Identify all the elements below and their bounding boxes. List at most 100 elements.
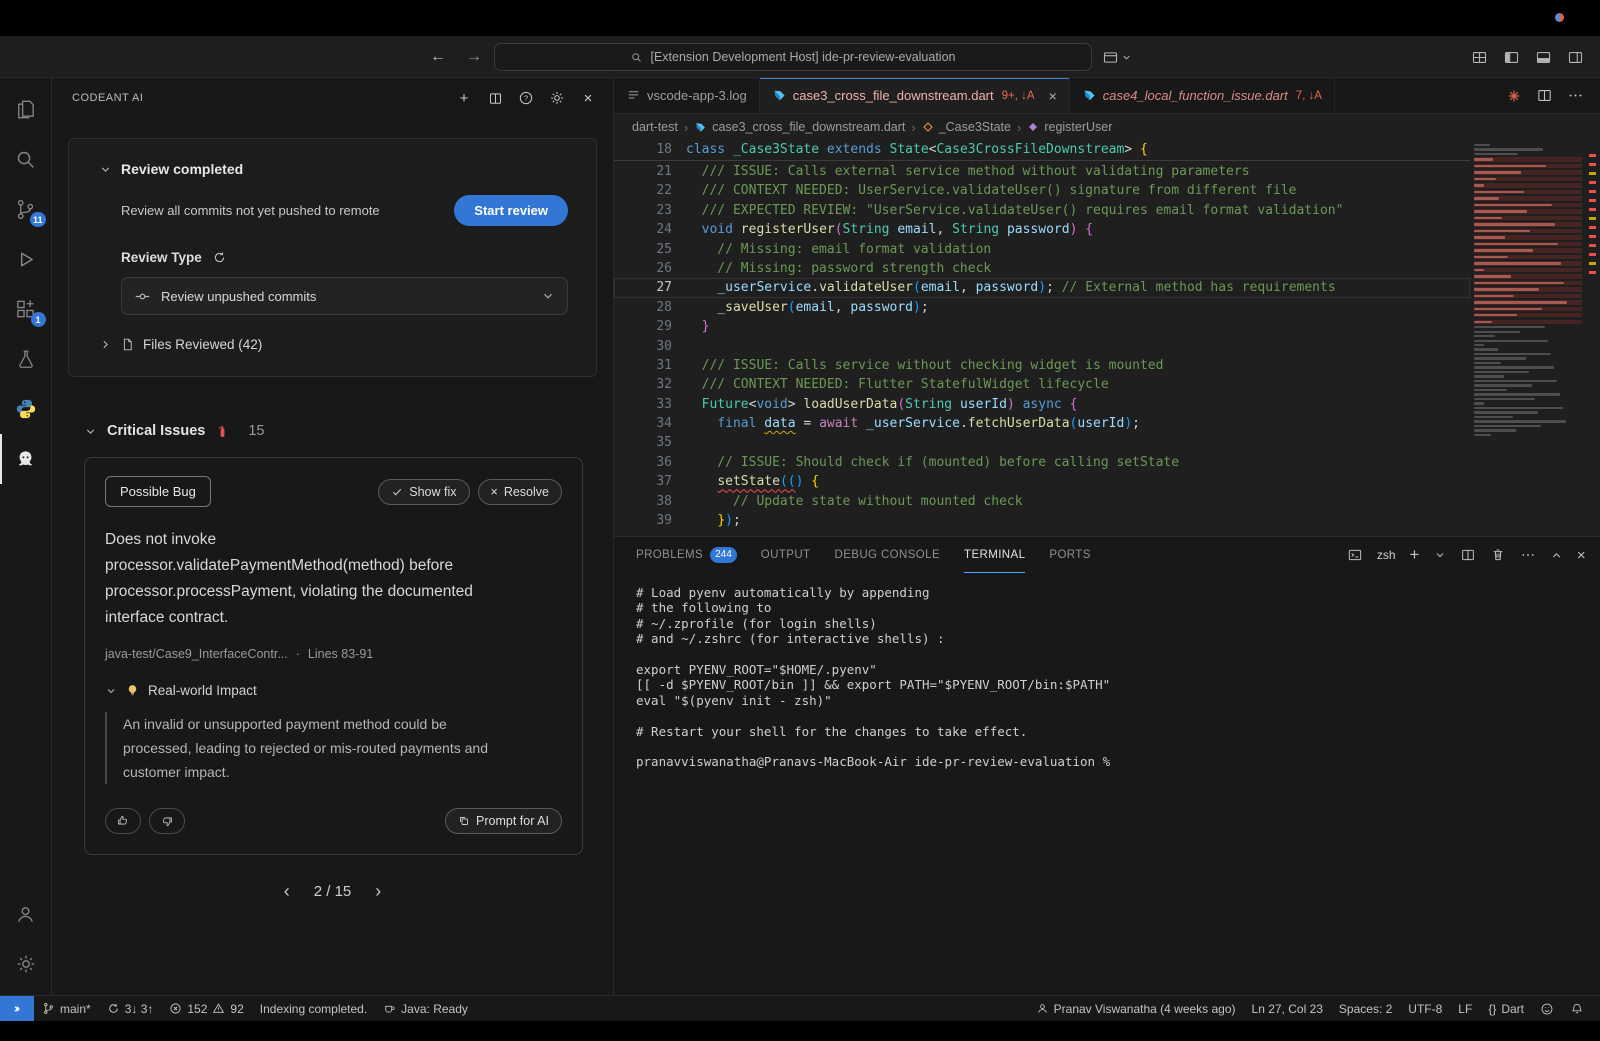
chevron-down-icon[interactable] (99, 163, 112, 176)
toggle-primary-sidebar-icon[interactable] (1503, 49, 1520, 66)
activity-extensions[interactable]: 1 (0, 284, 52, 334)
board-icon[interactable] (486, 89, 504, 107)
chevron-down-icon[interactable] (1121, 52, 1132, 63)
code-line[interactable]: 27 _userService.validateUser(email, pass… (614, 278, 1470, 297)
layout-dropdown-icon[interactable] (1102, 49, 1119, 66)
code-editor[interactable]: 18class _Case3State extends State<Case3C… (614, 140, 1600, 536)
code-line[interactable]: 39 }); (614, 511, 1470, 530)
activity-python[interactable] (0, 384, 52, 434)
code-line[interactable]: 23 /// EXPECTED REVIEW: "UserService.val… (614, 201, 1470, 220)
thumbs-up-button[interactable] (105, 808, 141, 834)
activity-account[interactable] (0, 889, 52, 939)
kill-terminal-trash-icon[interactable] (1490, 547, 1506, 563)
forward-icon[interactable]: → (466, 48, 482, 66)
activity-search[interactable] (0, 134, 52, 184)
java-status[interactable]: Java: Ready (375, 996, 476, 1021)
toggle-panel-icon[interactable] (1535, 49, 1552, 66)
prompt-for-ai-button[interactable]: Prompt for AI (445, 808, 562, 834)
activity-settings-gear-icon[interactable] (0, 939, 52, 989)
cursor-position[interactable]: Ln 27, Col 23 (1244, 996, 1331, 1021)
code-line[interactable]: 29 } (614, 317, 1470, 336)
notifications-bell-icon[interactable] (1562, 996, 1592, 1021)
code-line[interactable]: 30 (614, 337, 1470, 356)
add-icon[interactable]: + (455, 89, 473, 107)
files-reviewed-row[interactable]: Files Reviewed (42) (99, 337, 568, 352)
code-line[interactable]: 34 final data = await _userService.fetch… (614, 414, 1470, 433)
breadcrumb-folder[interactable]: dart-test (632, 120, 678, 134)
code-line[interactable]: 38 // Update state without mounted check (614, 492, 1470, 511)
eol-status[interactable]: LF (1450, 996, 1480, 1021)
terminal-output[interactable]: # Load pyenv automatically by appending … (636, 585, 1600, 770)
minimap[interactable] (1474, 144, 1582, 536)
sticky-scroll-line[interactable]: 18class _Case3State extends State<Case3C… (614, 140, 1470, 161)
code-line[interactable]: 32 /// CONTEXT NEEDED: Flutter StatefulW… (614, 375, 1470, 394)
split-editor-icon[interactable] (1536, 87, 1553, 104)
tab-debug-console[interactable]: DEBUG CONSOLE (834, 537, 940, 573)
close-panel-icon[interactable]: × (1577, 547, 1586, 564)
editor-tab[interactable]: case3_cross_file_downstream.dart9+, ↓A× (760, 78, 1070, 113)
code-line[interactable]: 21 /// ISSUE: Calls external service met… (614, 162, 1470, 181)
editor-tab[interactable]: vscode-app-3.log (614, 78, 760, 113)
tab-problems[interactable]: PROBLEMS 244 (636, 537, 737, 573)
encoding-status[interactable]: UTF-8 (1400, 996, 1450, 1021)
indentation-status[interactable]: Spaces: 2 (1331, 996, 1400, 1021)
close-tab-icon[interactable]: × (1049, 88, 1057, 104)
code-line[interactable]: 26 // Missing: password strength check (614, 259, 1470, 278)
start-review-button[interactable]: Start review (454, 195, 568, 226)
customize-layout-icon[interactable] (1471, 49, 1488, 66)
more-actions-icon[interactable] (1520, 547, 1536, 563)
shell-name[interactable]: zsh (1377, 548, 1396, 562)
critical-issues-header[interactable]: Critical Issues 15 (84, 423, 613, 439)
code-line[interactable]: 31 /// ISSUE: Calls service without chec… (614, 356, 1470, 375)
code-line[interactable]: 18class _Case3State extends State<Case3C… (614, 140, 1470, 159)
problems-status[interactable]: 152 92 (161, 996, 251, 1021)
next-issue-icon[interactable]: › (375, 881, 381, 902)
show-fix-button[interactable]: Show fix (378, 479, 469, 505)
impact-section-header[interactable]: Real-world Impact (105, 683, 562, 698)
code-line[interactable]: 22 /// CONTEXT NEEDED: UserService.valid… (614, 181, 1470, 200)
command-center-search[interactable]: [Extension Development Host] ide-pr-revi… (494, 43, 1092, 71)
activity-source-control[interactable]: 11 (0, 184, 52, 234)
new-terminal-icon[interactable]: + (1410, 545, 1420, 565)
previous-issue-icon[interactable]: ‹ (284, 881, 290, 902)
code-line[interactable]: 37 setState(() { (614, 472, 1470, 491)
activity-run-debug[interactable] (0, 234, 52, 284)
breadcrumb-file[interactable]: case3_cross_file_downstream.dart (694, 120, 905, 134)
back-icon[interactable]: ← (430, 48, 446, 66)
maximize-panel-icon[interactable] (1550, 549, 1563, 562)
sync-status[interactable]: 3↓ 3↑ (99, 996, 162, 1021)
review-type-dropdown[interactable]: Review unpushed commits (121, 277, 568, 315)
code-lines[interactable]: 21 /// ISSUE: Calls external service met… (614, 162, 1470, 530)
code-line[interactable]: 33 Future<void> loadUserData(String user… (614, 395, 1470, 414)
refresh-icon[interactable] (212, 250, 227, 265)
help-icon[interactable]: ? (517, 89, 535, 107)
toggle-secondary-sidebar-icon[interactable] (1567, 49, 1584, 66)
remote-indicator[interactable] (0, 996, 34, 1021)
resolve-button[interactable]: × Resolve (478, 479, 562, 505)
feedback-smiley-icon[interactable] (1532, 996, 1562, 1021)
gear-icon[interactable] (548, 89, 566, 107)
overview-ruler[interactable] (1588, 140, 1598, 536)
breadcrumb-method[interactable]: registerUser (1027, 120, 1112, 134)
code-line[interactable]: 28 _saveUser(email, password); (614, 298, 1470, 317)
tab-terminal[interactable]: TERMINAL (964, 537, 1025, 573)
editor-tab[interactable]: case4_local_function_issue.dart7, ↓A (1070, 78, 1335, 113)
activity-testing[interactable] (0, 334, 52, 384)
more-actions-icon[interactable] (1567, 87, 1584, 104)
terminal-shell-icon[interactable] (1347, 547, 1363, 563)
activity-codeant[interactable] (0, 434, 52, 484)
blame-author[interactable]: Pranav Viswanatha (4 weeks ago) (1028, 996, 1244, 1021)
branch-status[interactable]: main* (34, 996, 99, 1021)
code-line[interactable]: 36 // ISSUE: Should check if (mounted) b… (614, 453, 1470, 472)
split-terminal-icon[interactable] (1460, 547, 1476, 563)
close-icon[interactable]: × (579, 89, 597, 107)
thumbs-down-button[interactable] (149, 808, 185, 834)
code-line[interactable]: 35 (614, 433, 1470, 452)
language-mode[interactable]: {} Dart (1480, 996, 1532, 1021)
code-line[interactable]: 24 void registerUser(String email, Strin… (614, 220, 1470, 239)
chevron-down-icon[interactable] (1434, 549, 1446, 561)
activity-explorer[interactable] (0, 84, 52, 134)
codeant-review-icon[interactable] (1506, 88, 1522, 104)
tab-output[interactable]: OUTPUT (761, 537, 811, 573)
terminal-view[interactable]: # Load pyenv automatically by appending … (614, 573, 1600, 995)
